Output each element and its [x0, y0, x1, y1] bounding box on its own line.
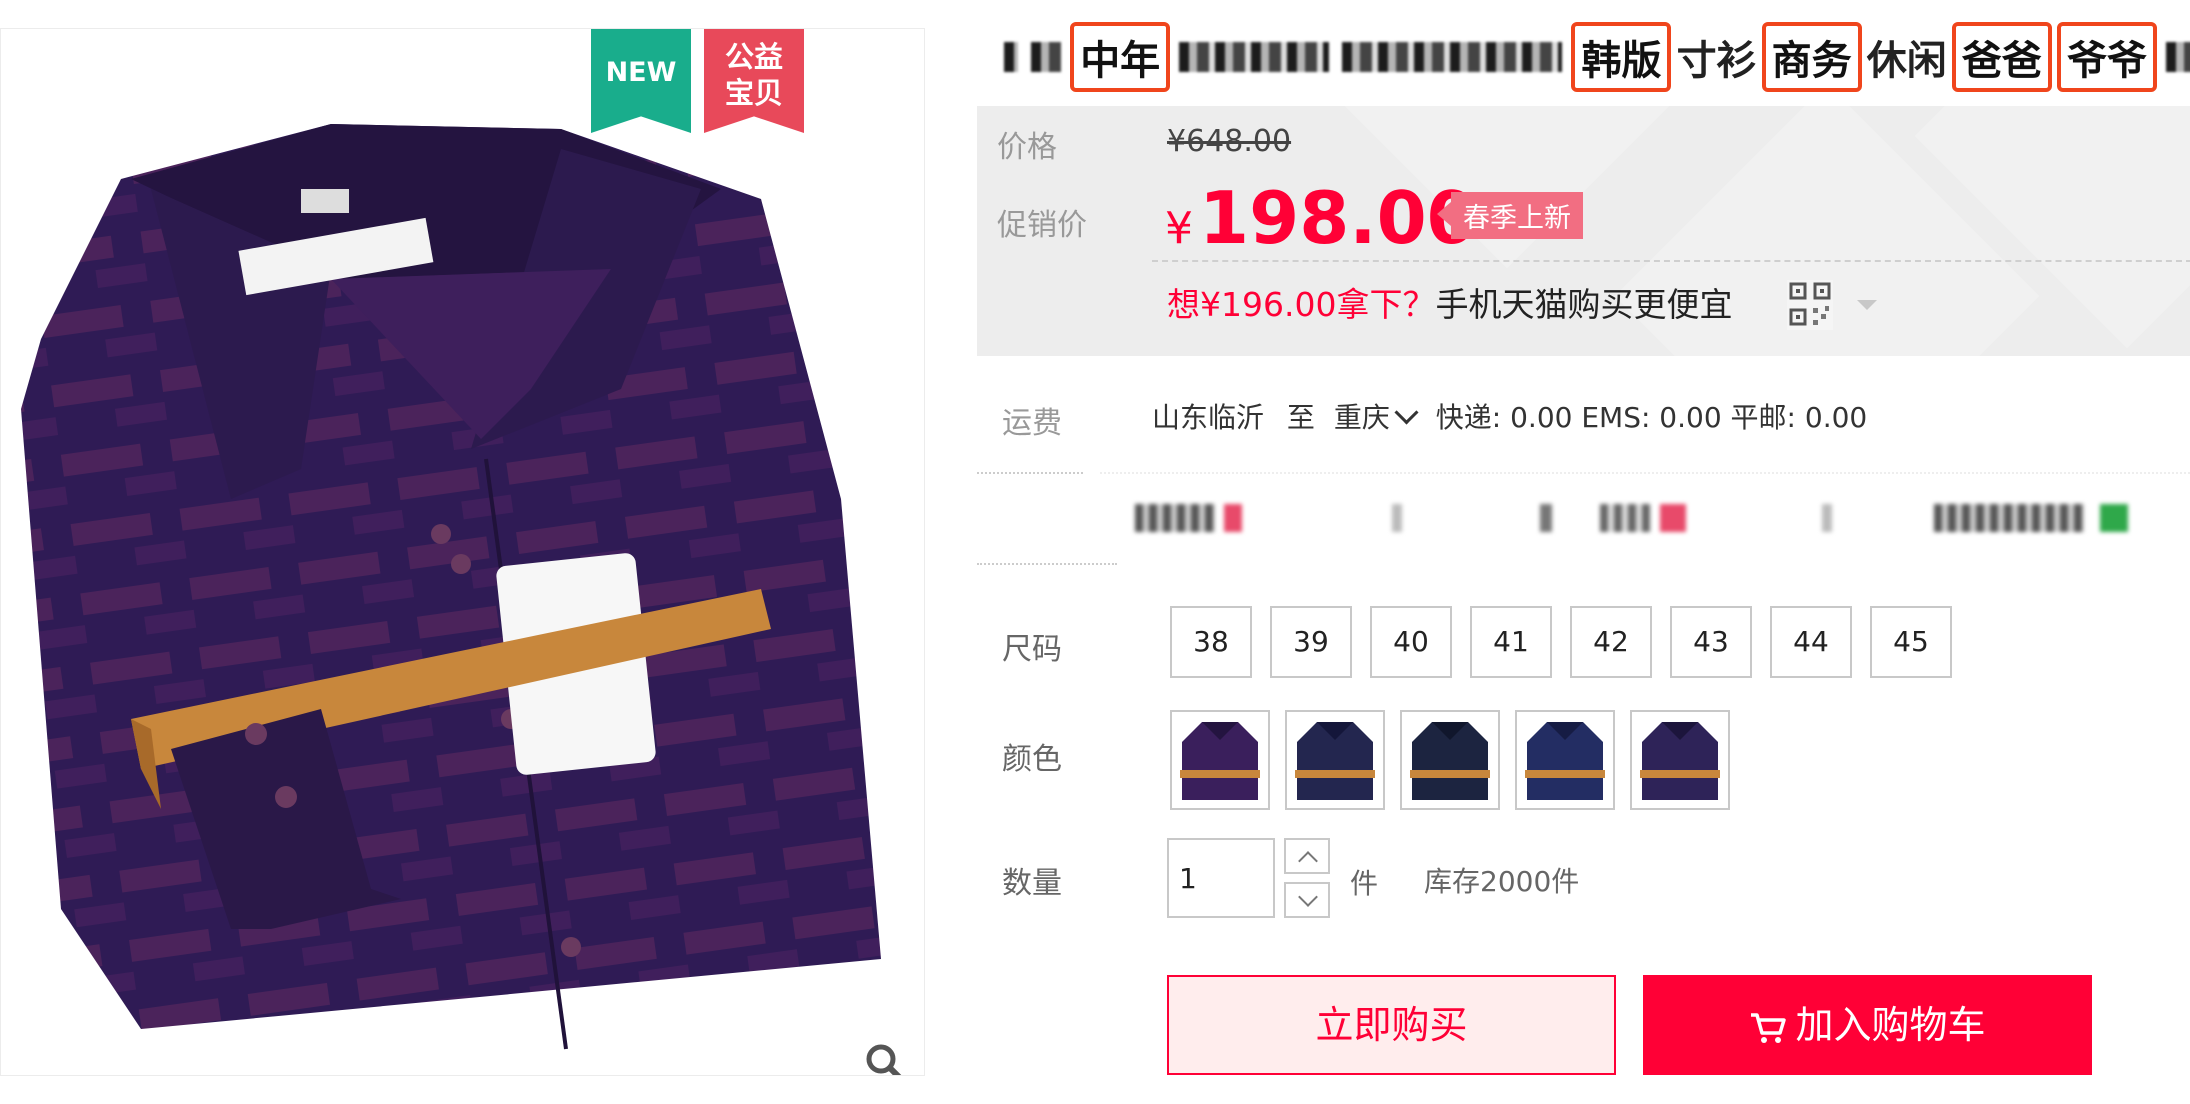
title-keyword-business: 商务	[1761, 22, 1862, 92]
title-keyword-dad: 爸爸	[1951, 22, 2052, 92]
shipping-label: 运费	[1002, 406, 1062, 441]
color-swatch-navy[interactable]	[1285, 710, 1385, 810]
size-option[interactable]: 44	[1770, 606, 1852, 678]
title-word-shirt: 寸衫	[1676, 38, 1757, 84]
size-option[interactable]: 43	[1670, 606, 1752, 678]
shirt-thumbnail	[1295, 722, 1375, 800]
buy-now-label: 立即购买	[1315, 1003, 1468, 1047]
buy-now-button[interactable]: 立即购买	[1167, 975, 1616, 1075]
promo-tag: 春季上新	[1437, 192, 1583, 239]
quantity-input[interactable]	[1167, 838, 1275, 918]
currency-symbol: ¥	[1165, 203, 1193, 254]
new-badge-label: NEW	[605, 57, 677, 88]
chevron-up-icon	[1298, 851, 1318, 871]
size-option[interactable]: 39	[1270, 606, 1352, 678]
size-option[interactable]: 38	[1170, 606, 1252, 678]
title-keyword-middle-aged: 中年	[1070, 22, 1171, 92]
color-label: 颜色	[1002, 742, 1062, 777]
shirt-thumbnail	[1180, 722, 1260, 800]
app-deal-price: 想¥196.00拿下？	[1167, 285, 1436, 324]
title-keyword-korean-style: 韩版	[1571, 22, 1672, 92]
stock-count: 库存2000件	[1424, 865, 1580, 898]
divider	[1100, 472, 2190, 474]
size-option[interactable]: 42	[1570, 606, 1652, 678]
title-redacted	[1004, 42, 1018, 72]
color-swatch-purple[interactable]	[1170, 710, 1270, 810]
product-title: 中年 韩版 寸衫 商务 休闲 爸爸 爷爷	[1000, 22, 2190, 94]
quantity-label: 数量	[1002, 866, 1062, 901]
divider	[977, 472, 1083, 474]
divider	[977, 563, 1117, 565]
title-word-casual: 休闲	[1866, 38, 1947, 84]
service-redacted	[1600, 504, 1650, 532]
size-option[interactable]: 40	[1370, 606, 1452, 678]
search-icon[interactable]	[863, 1041, 909, 1076]
shipping-rates: 快递: 0.00 EMS: 0.00 平邮: 0.00	[1435, 401, 1868, 434]
app-deal-link[interactable]: 想¥196.00拿下？手机天猫购买更便宜	[1167, 278, 1732, 326]
cart-icon	[1751, 1012, 1787, 1043]
original-price: ¥648.00	[1167, 124, 1292, 159]
product-image-panel[interactable]: NEW 公益 宝贝	[0, 28, 925, 1076]
divider	[1152, 260, 2190, 262]
color-swatch-violet[interactable]	[1630, 710, 1730, 810]
service-redacted	[1135, 504, 1215, 532]
service-redacted	[2100, 504, 2128, 532]
title-keyword-grandpa: 爷爷	[2056, 22, 2157, 92]
service-redacted	[1660, 504, 1686, 532]
shirt-photo	[21, 124, 881, 1050]
promo-price: ¥198.00	[1165, 176, 1477, 260]
chevron-down-icon	[1394, 400, 1419, 425]
size-option[interactable]: 45	[1870, 606, 1952, 678]
shipping-destination: 重庆	[1333, 401, 1390, 434]
add-to-cart-button[interactable]: 加入购物车	[1643, 975, 2092, 1075]
shirt-thumbnail	[1525, 722, 1605, 800]
price-panel: 价格 ¥648.00 促销价 ¥198.00 春季上新 想¥196.00拿下？手…	[977, 106, 2190, 356]
title-redacted	[1179, 42, 1330, 72]
size-option[interactable]: 41	[1470, 606, 1552, 678]
service-redacted	[1224, 504, 1242, 532]
shipping-origin: 山东临沂	[1152, 401, 1265, 434]
quantity-unit: 件	[1350, 867, 1379, 900]
quantity-increase-button[interactable]	[1284, 838, 1330, 874]
color-swatch-blue[interactable]	[1515, 710, 1615, 810]
shirt-thumbnail	[1640, 722, 1720, 800]
add-to-cart-label: 加入购物车	[1795, 1003, 1986, 1047]
title-redacted	[2166, 42, 2190, 72]
shipping-to: 至	[1286, 401, 1315, 434]
chevron-down-icon[interactable]	[1857, 300, 1877, 310]
charity-badge-line1: 公益	[724, 40, 783, 74]
service-redacted	[1822, 504, 1832, 532]
size-label: 尺码	[1002, 632, 1062, 667]
shipping-info: 山东临沂 至 重庆 快递: 0.00 EMS: 0.00 平邮: 0.00	[1152, 396, 1867, 436]
service-redacted	[1934, 504, 2084, 532]
app-deal-text: 手机天猫购买更便宜	[1435, 285, 1733, 324]
qr-code-icon[interactable]	[1787, 280, 1833, 330]
shipping-destination-select[interactable]: 重庆	[1333, 400, 1427, 434]
service-redacted	[1392, 504, 1402, 532]
charity-badge-line2: 宝贝	[724, 76, 783, 110]
promo-price-value: 198.00	[1199, 176, 1477, 260]
original-price-label: 价格	[997, 130, 1057, 165]
chevron-down-icon	[1298, 887, 1318, 907]
color-swatch-dark-blue[interactable]	[1400, 710, 1500, 810]
shirt-thumbnail	[1410, 722, 1490, 800]
quantity-decrease-button[interactable]	[1284, 882, 1330, 918]
service-redacted	[1540, 504, 1552, 532]
title-redacted	[1342, 42, 1563, 72]
title-redacted	[1031, 42, 1062, 72]
promo-price-label: 促销价	[997, 208, 1087, 243]
